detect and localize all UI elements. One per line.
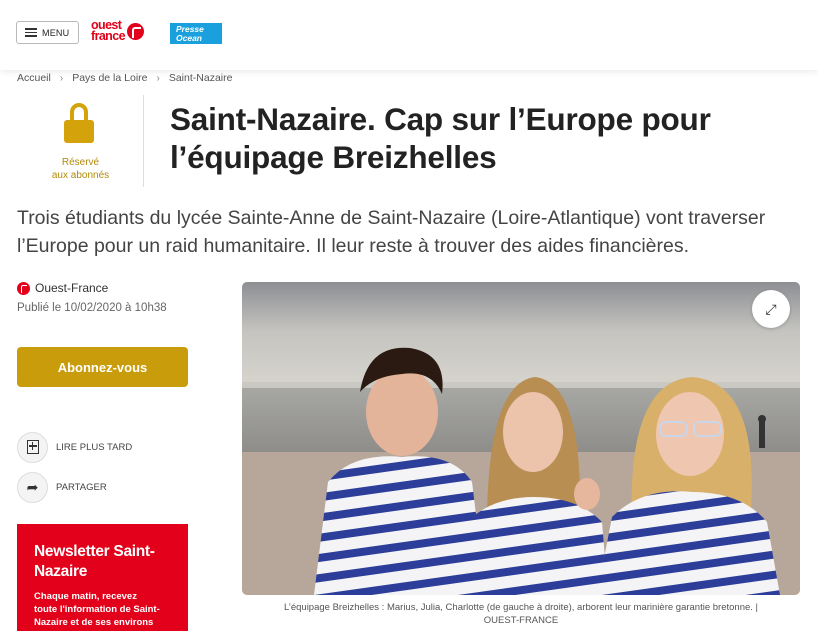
reserved-line-2: aux abonnés bbox=[51, 170, 110, 181]
read-later-button[interactable]: LIRE PLUS TARD bbox=[17, 431, 197, 463]
published-date: Publié le 10/02/2020 à 10h38 bbox=[17, 302, 167, 314]
menu-button[interactable]: MENU bbox=[16, 21, 79, 44]
share-label: PARTAGER bbox=[56, 481, 107, 493]
article-lead: Trois étudiants du lycée Sainte-Anne de … bbox=[17, 207, 766, 257]
lock-icon bbox=[64, 103, 94, 143]
chevron-right-icon: › bbox=[59, 72, 64, 84]
newsletter-box[interactable]: Newsletter Saint- Nazaire Chaque matin, … bbox=[17, 524, 188, 631]
presse-ocean-logo[interactable]: Presse Ocean bbox=[170, 23, 222, 44]
expand-image-button[interactable]: ⤢ bbox=[752, 290, 790, 328]
logo-line-2: france bbox=[91, 29, 126, 43]
breadcrumb-item[interactable]: Pays de la Loire bbox=[72, 72, 147, 84]
newsletter-title: Newsletter Saint- Nazaire bbox=[34, 543, 155, 580]
chevron-right-icon: › bbox=[156, 72, 160, 84]
breadcrumb-item[interactable]: Saint-Nazaire bbox=[169, 72, 233, 84]
ouest-france-logo[interactable]: ouest france bbox=[91, 19, 144, 43]
article-photo[interactable] bbox=[242, 282, 800, 595]
bookmark-icon bbox=[26, 440, 39, 454]
reserved-badge: Réservé aux abonnés bbox=[17, 95, 144, 187]
share-icon: ➦ bbox=[26, 479, 39, 495]
photo-caption: L’équipage Breizhelles : Marius, Julia, … bbox=[283, 602, 759, 626]
ouest-france-icon bbox=[126, 22, 144, 40]
menu-label: MENU bbox=[42, 27, 70, 38]
newsletter-text: Chaque matin, recevez toute l'informatio… bbox=[34, 591, 160, 628]
subscribe-button[interactable]: Abonnez-vous bbox=[17, 347, 188, 387]
breadcrumb-item[interactable]: Accueil bbox=[17, 72, 51, 84]
article-source[interactable]: Ouest-France bbox=[17, 281, 108, 295]
expand-icon: ⤢ bbox=[765, 301, 777, 317]
breadcrumb: Accueil › Pays de la Loire › Saint-Nazai… bbox=[17, 72, 232, 84]
source-label: Ouest-France bbox=[35, 281, 109, 295]
page-title: Saint-Nazaire. Cap sur l’Europe pour l’é… bbox=[170, 101, 711, 175]
partner-line-2: Ocean bbox=[176, 33, 202, 43]
reserved-line-1: Réservé bbox=[61, 157, 100, 168]
photo-illustration bbox=[242, 282, 800, 595]
ouest-france-icon bbox=[17, 281, 30, 295]
menu-icon bbox=[25, 28, 37, 37]
share-button[interactable]: ➦ PARTAGER bbox=[17, 471, 197, 503]
read-later-label: LIRE PLUS TARD bbox=[56, 441, 133, 453]
site-header: MENU ouest france Presse Ocean bbox=[0, 0, 818, 70]
